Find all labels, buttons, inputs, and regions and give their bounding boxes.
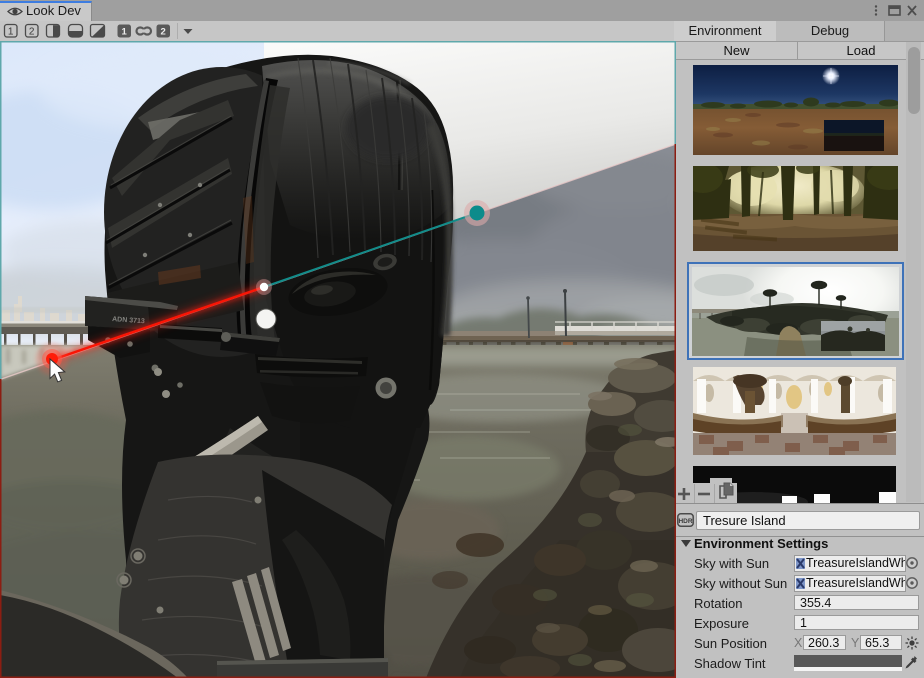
svg-text:2: 2 xyxy=(161,27,166,38)
svg-text:2: 2 xyxy=(29,27,35,38)
svg-text:HDR: HDR xyxy=(678,518,692,525)
svg-text:1: 1 xyxy=(8,27,14,38)
svg-text:1: 1 xyxy=(122,27,128,38)
